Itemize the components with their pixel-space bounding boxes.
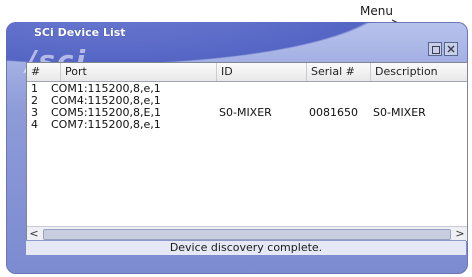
column-header-port[interactable]: Port (61, 63, 217, 81)
row-description: S0-MIXER (373, 106, 426, 119)
device-rows: 1 COM1:115200,8,e,1 2 COM4:115200,8,e,1 … (27, 83, 467, 131)
horizontal-scrollbar[interactable]: < > (27, 226, 467, 241)
window-title: SCi Device List (34, 26, 126, 39)
device-list-view[interactable]: # Port ID Serial # Description 1 COM1:11… (26, 62, 468, 242)
scroll-right-icon[interactable]: > (453, 227, 467, 241)
scroll-left-icon[interactable]: < (27, 227, 41, 241)
restore-button[interactable] (428, 42, 442, 56)
table-row[interactable]: 4 COM7:115200,8,e,1 (27, 119, 467, 131)
status-bar: Device discovery complete. (26, 240, 466, 255)
row-id: S0-MIXER (219, 106, 272, 119)
column-header-number[interactable]: # (27, 63, 61, 81)
menu-callout-label: Menu (360, 4, 393, 18)
column-header-description[interactable]: Description (371, 63, 467, 81)
restore-icon (432, 46, 440, 54)
column-header: # Port ID Serial # Description (27, 63, 467, 82)
column-header-id[interactable]: ID (217, 63, 307, 81)
scrollbar-thumb[interactable] (43, 229, 451, 240)
close-button[interactable] (444, 42, 458, 56)
column-header-serial[interactable]: Serial # (307, 63, 371, 81)
row-serial: 0081650 (309, 106, 358, 119)
window-controls (428, 42, 458, 56)
row-port: COM7:115200,8,e,1 (51, 118, 161, 131)
close-icon (447, 45, 455, 53)
row-number: 4 (31, 118, 38, 131)
